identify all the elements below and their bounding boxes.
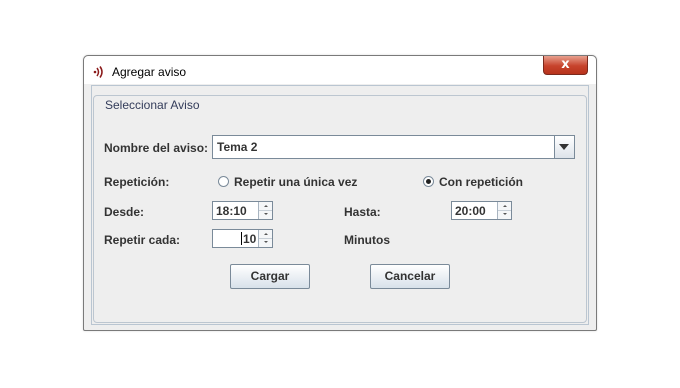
repetir-cada-value: 10 bbox=[243, 232, 257, 246]
nombre-aviso-value: Tema 2 bbox=[217, 140, 258, 154]
hasta-label: Hasta: bbox=[344, 205, 381, 219]
desde-down-arrow-icon[interactable] bbox=[259, 211, 272, 219]
desde-spin-buttons bbox=[258, 202, 272, 219]
radio-repetir-unica-label[interactable]: Repetir una única vez bbox=[234, 175, 357, 189]
hasta-spinner[interactable]: 20:00 bbox=[451, 201, 512, 220]
hasta-value: 20:00 bbox=[455, 204, 486, 218]
desde-value: 18:10 bbox=[216, 204, 247, 218]
dialog-content: Seleccionar Aviso bbox=[91, 85, 589, 325]
repetir-cada-spinner[interactable]: 10 bbox=[212, 229, 273, 248]
cancelar-button[interactable]: Cancelar bbox=[370, 264, 450, 289]
close-button[interactable]: x bbox=[543, 56, 588, 75]
close-icon: x bbox=[561, 57, 570, 72]
hasta-spin-buttons bbox=[497, 202, 511, 219]
desde-label: Desde: bbox=[104, 205, 145, 219]
nombre-aviso-combo[interactable]: Tema 2 bbox=[212, 135, 575, 159]
repetir-spin-buttons bbox=[258, 230, 272, 247]
seleccionar-aviso-group: Seleccionar Aviso bbox=[93, 95, 587, 323]
repetir-up-arrow-icon[interactable] bbox=[259, 230, 272, 239]
cargar-button[interactable]: Cargar bbox=[230, 264, 310, 289]
text-caret bbox=[241, 232, 242, 245]
repeticion-label: Repetición: bbox=[104, 175, 170, 189]
repetir-down-arrow-icon[interactable] bbox=[259, 239, 272, 247]
chevron-down-icon[interactable] bbox=[554, 136, 574, 158]
minutos-label: Minutos bbox=[344, 233, 390, 247]
radio-con-repeticion-label[interactable]: Con repetición bbox=[439, 175, 523, 189]
radio-repetir-unica[interactable] bbox=[218, 176, 229, 187]
repetir-cada-label: Repetir cada: bbox=[104, 233, 181, 247]
desde-spinner[interactable]: 18:10 bbox=[212, 201, 273, 220]
desde-up-arrow-icon[interactable] bbox=[259, 202, 272, 211]
title-bar[interactable]: Agregar aviso x bbox=[84, 56, 596, 84]
hasta-down-arrow-icon[interactable] bbox=[498, 211, 511, 219]
window-title: Agregar aviso bbox=[112, 65, 187, 79]
hasta-up-arrow-icon[interactable] bbox=[498, 202, 511, 211]
radio-con-repeticion[interactable] bbox=[423, 176, 434, 187]
agregar-aviso-dialog: Agregar aviso x Seleccionar Aviso bbox=[83, 55, 597, 331]
group-title: Seleccionar Aviso bbox=[102, 98, 203, 112]
sound-waves-icon bbox=[93, 66, 103, 78]
nombre-aviso-label: Nombre del aviso: bbox=[104, 141, 209, 155]
